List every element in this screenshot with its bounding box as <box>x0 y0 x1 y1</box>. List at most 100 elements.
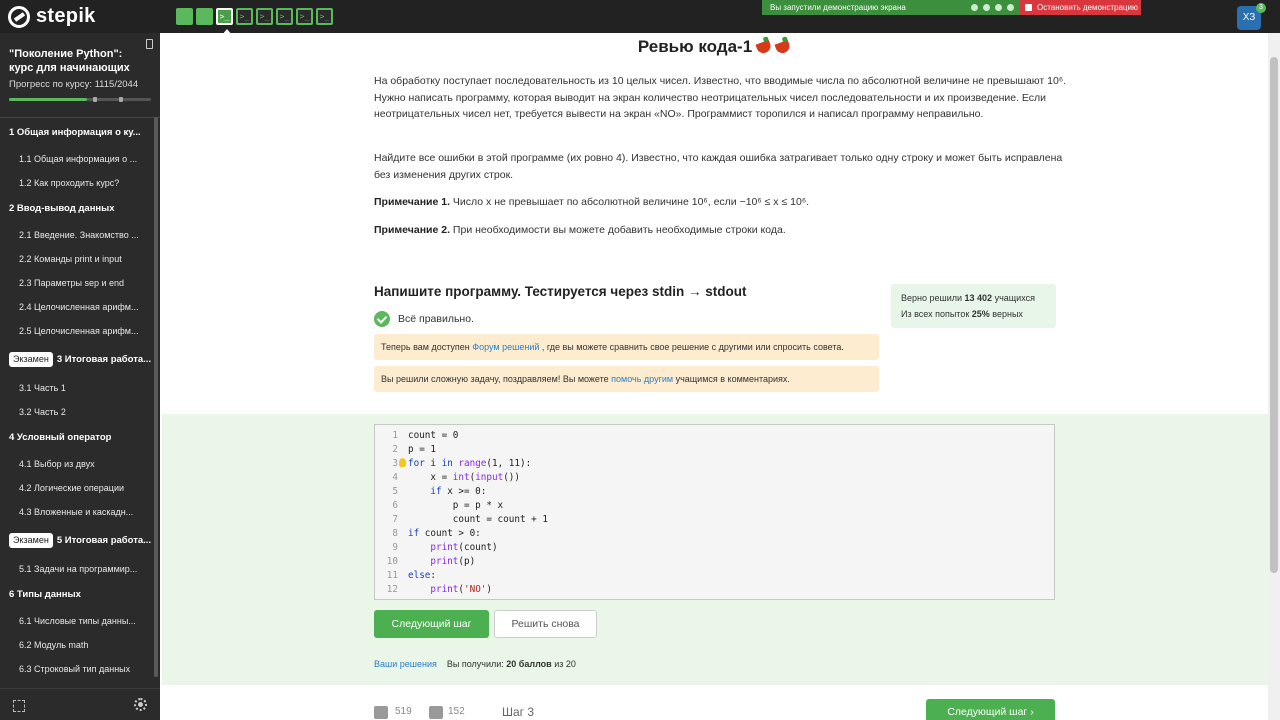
code-line[interactable]: 6 p = p * x <box>375 499 1054 513</box>
course-title[interactable]: "Поколение Python": курс для начинающих <box>9 47 144 75</box>
sidebar-scrollbar[interactable] <box>154 117 158 677</box>
note-2-label: Примечание 2. <box>374 224 451 236</box>
mute-icon[interactable] <box>971 4 978 11</box>
toc-section[interactable]: Экзамен 5 Итоговая работа... <box>0 524 160 557</box>
toc-item[interactable]: 1.2 Как проходить курс? <box>0 171 160 195</box>
code-text: p = p * x <box>408 500 504 511</box>
toc-item[interactable]: 3.2 Часть 2 <box>0 400 160 424</box>
toc-item[interactable]: 4.2 Логические операции <box>0 476 160 500</box>
code-line[interactable]: 2 p = 1 <box>375 443 1054 457</box>
line-number: 3 <box>375 457 408 471</box>
code-line[interactable]: 4 x = int(input()) <box>375 471 1054 485</box>
your-solutions-link[interactable]: Ваши решения <box>374 659 437 669</box>
step-tab-6[interactable]: >_ <box>276 8 293 25</box>
code-editor[interactable]: 1 count = 02p = 1 3 for i in range(1, 11): 4… <box>374 424 1055 600</box>
lesson-title: Ревью кода-1 <box>637 37 753 56</box>
line-number: 7 <box>392 514 398 525</box>
score-value: 20 баллов <box>506 659 552 669</box>
likes-count: 519 <box>395 706 412 717</box>
code-line[interactable]: 11 else: <box>375 569 1054 583</box>
gear-icon[interactable] <box>134 698 147 711</box>
pin-icon[interactable] <box>146 39 153 49</box>
thumbs-down-icon[interactable] <box>429 706 443 719</box>
task-header: Напишите программу. Тестируется через st… <box>374 284 747 299</box>
toc-section[interactable]: 6 Типы данных <box>0 581 160 609</box>
chili-pepper-icon <box>755 39 773 56</box>
code-text: for i in range(1, 11): <box>408 458 532 469</box>
stepik-logo[interactable]: stepik <box>8 5 96 28</box>
step-tab-2[interactable] <box>196 8 213 25</box>
toc-item[interactable]: 6.3 Строковый тип данных <box>0 657 160 681</box>
toc-section[interactable]: 2 Ввод-вывод данных <box>0 195 160 223</box>
toc-item[interactable]: 2.5 Целочисленная арифм... <box>0 319 160 343</box>
solutions-forum-link[interactable]: Форум решений <box>472 342 539 352</box>
fullscreen-icon[interactable] <box>13 700 25 712</box>
code-text: x = int(input()) <box>408 472 520 483</box>
page-scrollbar[interactable] <box>1268 33 1280 720</box>
toc-section[interactable]: Экзамен 3 Итоговая работа... <box>0 343 160 376</box>
toc-item[interactable]: 2.2 Команды print и input <box>0 247 160 271</box>
stats-attempts-pct: 25% <box>971 309 990 319</box>
toc-item[interactable]: 4.1 Выбор из двух <box>0 452 160 476</box>
score-suffix: из 20 <box>551 659 576 669</box>
mic-icon[interactable] <box>983 4 990 11</box>
note-2-text: При необходимости вы можете добавить нео… <box>450 224 786 236</box>
toc-item[interactable]: 2.1 Введение. Знакомство ... <box>0 223 160 247</box>
stats-attempts: Из всех попыток 25% верных <box>901 306 1046 322</box>
step-tab-4[interactable]: >_ <box>236 8 253 25</box>
toc-section-label: 4 Условный оператор <box>9 432 112 443</box>
stop-demo-button[interactable]: Остановить демонстрацию <box>1020 0 1141 15</box>
code-line[interactable]: 5 if x >= 0: <box>375 485 1054 499</box>
step-tab-3[interactable]: >_ <box>216 8 233 35</box>
stop-demo-label: Остановить демонстрацию <box>1037 3 1138 12</box>
step-tab-1[interactable] <box>176 8 193 25</box>
code-line[interactable]: 7 count = count + 1 <box>375 513 1054 527</box>
page-scrollbar-thumb[interactable] <box>1270 57 1278 573</box>
toc-section[interactable]: 1 Общая информация о ку... <box>0 119 160 147</box>
camera-icon[interactable] <box>995 4 1002 11</box>
toc-item[interactable]: 2.3 Параметры sep и end <box>0 271 160 295</box>
toc-item[interactable]: 6.2 Модуль math <box>0 633 160 657</box>
code-line[interactable]: 9 print(count) <box>375 541 1054 555</box>
next-step-button[interactable]: Следующий шаг <box>374 610 489 638</box>
retry-button[interactable]: Решить снова <box>494 610 597 638</box>
code-line[interactable]: 8 if count > 0: <box>375 527 1054 541</box>
code-line[interactable]: 3 for i in range(1, 11): <box>375 457 1054 471</box>
help-others-link[interactable]: помочь другим <box>611 374 673 384</box>
code-line[interactable]: 10 print(p) <box>375 555 1054 569</box>
toc-item[interactable]: 2.4 Целочисленная арифм... <box>0 295 160 319</box>
line-number: 8 <box>392 528 398 539</box>
toc-section-label: 6 Типы данных <box>9 589 81 600</box>
stats-attempts-prefix: Из всех попыток <box>901 309 972 319</box>
code-text: print(p) <box>430 556 476 567</box>
result-status-text: Всё правильно. <box>398 313 474 325</box>
note-1-text: Число x не превышает по абсолютной велич… <box>450 196 810 208</box>
score-row: Ваши решения Вы получили: 20 баллов из 20 <box>374 659 576 669</box>
step-navigation: >_ >_ >_ >_ >_ >_ <box>176 8 333 35</box>
toc-section-label: 1 Общая информация о ку... <box>9 127 141 138</box>
lesson-content: Ревью кода-1 На обработку поступает посл… <box>160 33 1268 720</box>
toc-section[interactable]: 4 Условный оператор <box>0 424 160 452</box>
divider <box>0 117 160 118</box>
code-text: print(count) <box>430 542 498 553</box>
toc-item[interactable]: 6.1 Числовые типы данны... <box>0 609 160 633</box>
exam-badge: Экзамен <box>9 352 53 367</box>
code-line[interactable]: 12 print('NO') <box>375 583 1054 597</box>
toc-item[interactable]: 4.3 Вложенные и каскадн... <box>0 500 160 524</box>
toc-item[interactable]: 5.1 Задачи на программир... <box>0 557 160 581</box>
lightbulb-icon[interactable] <box>399 458 406 467</box>
code-line[interactable]: 1 count = 0 <box>375 429 1054 443</box>
step-tab-5[interactable]: >_ <box>256 8 273 25</box>
shield-icon[interactable] <box>1007 4 1014 11</box>
line-number: 9 <box>392 542 398 553</box>
toc-section-label: 2 Ввод-вывод данных <box>9 203 115 214</box>
footer-next-step-button[interactable]: Следующий шаг › <box>926 699 1055 720</box>
course-progress-bar <box>9 97 151 102</box>
line-number: 2 <box>392 444 398 455</box>
step-tab-7[interactable]: >_ <box>296 8 313 25</box>
step-tab-8[interactable]: >_ <box>316 8 333 25</box>
thumbs-up-icon[interactable] <box>374 706 388 719</box>
toc-item[interactable]: 3.1 Часть 1 <box>0 376 160 400</box>
footer-next-step-label: Следующий шаг <box>947 706 1028 718</box>
toc-item[interactable]: 1.1 Общая информация о ... <box>0 147 160 171</box>
